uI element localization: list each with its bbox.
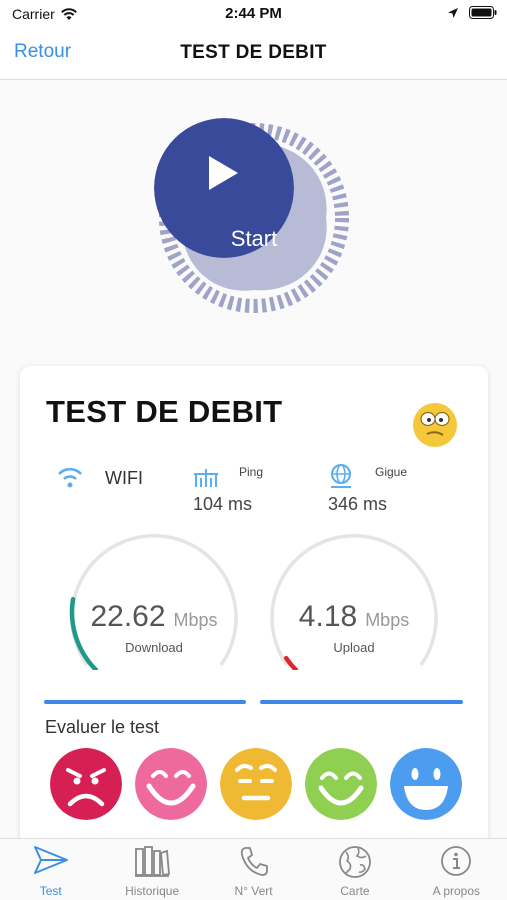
tab-label: A propos [432, 884, 481, 898]
page-title: TEST DE DEBIT [180, 42, 327, 63]
rating-faces [50, 748, 462, 820]
upload-divider [260, 700, 463, 704]
tab-carte[interactable]: Carte [304, 839, 405, 900]
info-icon [441, 846, 472, 876]
upload-value: 4.18 [298, 600, 358, 633]
ping-label: Ping [239, 465, 264, 479]
location-arrow-icon [448, 7, 458, 18]
jitter-value: 346 ms [328, 494, 388, 514]
upload-unit: Mbps [365, 610, 410, 630]
tab-label: Carte [340, 884, 370, 898]
tab-numero-vert[interactable]: N° Vert [203, 839, 304, 900]
download-divider [44, 700, 246, 704]
ping-icon [194, 469, 218, 487]
download-unit: Mbps [173, 610, 218, 630]
wifi-icon [58, 467, 82, 488]
card-title: TEST DE DEBIT [46, 394, 283, 429]
jitter-globe-icon [331, 464, 351, 488]
battery-icon [469, 6, 497, 19]
books-icon [135, 846, 171, 877]
tab-label: N° Vert [234, 884, 273, 898]
status-bar: Carrier 2:44 PM [0, 0, 507, 28]
ping-value: 104 ms [193, 494, 253, 514]
start-label: Start [230, 226, 278, 251]
tab-historique[interactable]: Historique [101, 839, 202, 900]
happy-face-icon[interactable] [390, 748, 462, 820]
jitter-label: Gigue [375, 465, 408, 479]
phone-icon [240, 847, 268, 876]
worried-face-icon[interactable] [220, 748, 292, 820]
download-value: 22.62 [90, 600, 166, 633]
tab-label: Historique [125, 884, 180, 898]
smiling-face-icon[interactable] [305, 748, 377, 820]
tab-bar: Test Historique N° Vert Carte A propos [0, 838, 507, 900]
result-card: TEST DE DEBIT WIFI Ping 104 ms Gigue 346… [20, 366, 488, 866]
laughing-face-icon[interactable] [135, 748, 207, 820]
dizzy-face-icon [413, 403, 457, 447]
status-time: 2:44 PM [225, 5, 282, 22]
tab-a-propos[interactable]: A propos [406, 839, 507, 900]
send-icon [33, 846, 68, 874]
angry-face-icon[interactable] [50, 748, 122, 820]
upload-gauge: 4.18 Mbps Upload [268, 530, 440, 670]
tab-label: Test [39, 884, 62, 898]
navigation-bar: Retour TEST DE DEBIT [0, 28, 507, 80]
globe-icon [339, 846, 371, 878]
download-gauge: 22.62 Mbps Download [68, 530, 240, 670]
rating-label: Evaluer le test [45, 717, 160, 737]
download-caption: Download [125, 640, 183, 655]
upload-caption: Upload [333, 640, 375, 655]
tab-test[interactable]: Test [0, 839, 101, 900]
start-area: Start [154, 118, 354, 318]
connection-type-label: WIFI [105, 468, 143, 488]
